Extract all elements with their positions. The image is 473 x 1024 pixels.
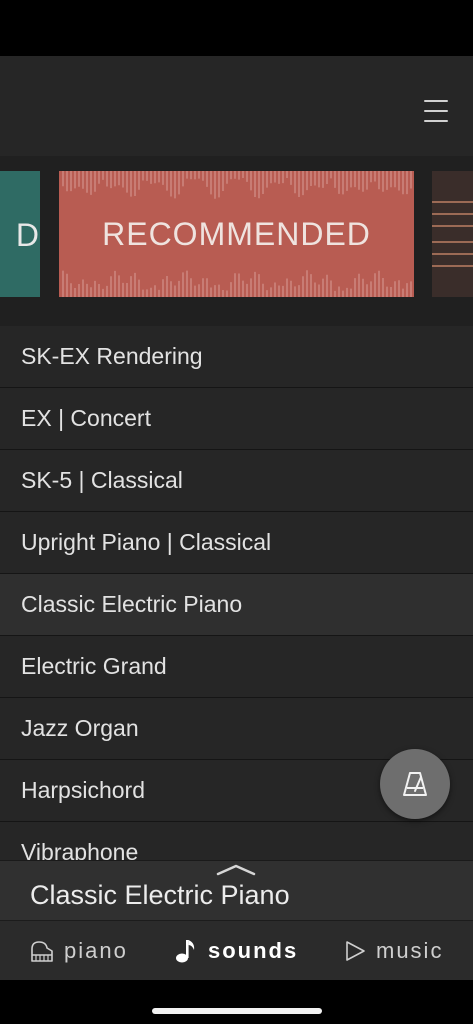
sound-list-item[interactable]: Electric Grand	[0, 636, 473, 698]
sound-list-item[interactable]: SK-5 | Classical	[0, 450, 473, 512]
app-screen: D RECOMMENDED SK-EX Rendering EX | Concer…	[0, 56, 473, 980]
tab-music-label: music	[376, 938, 444, 963]
sound-list-item[interactable]: Classic Electric Piano	[0, 574, 473, 636]
metronome-icon	[403, 772, 427, 796]
category-carousel[interactable]: D RECOMMENDED	[0, 156, 473, 326]
sound-list-item[interactable]: Upright Piano | Classical	[0, 512, 473, 574]
tab-bar: piano sounds music	[0, 920, 473, 980]
home-indicator[interactable]	[152, 1008, 322, 1014]
now-playing-bar[interactable]: Classic Electric Piano	[0, 860, 473, 920]
tab-sounds[interactable]: sounds	[174, 921, 298, 980]
now-playing-title: Classic Electric Piano	[30, 880, 290, 910]
tab-music[interactable]: music	[344, 921, 443, 980]
hamburger-menu-icon[interactable]	[424, 100, 448, 122]
play-outline-icon	[344, 940, 366, 962]
tab-piano[interactable]: piano	[30, 921, 128, 980]
category-card-left-label: D	[15, 217, 40, 253]
tab-piano-label: piano	[64, 938, 128, 963]
header	[0, 56, 473, 156]
home-indicator-area	[0, 980, 473, 1024]
sound-list-item[interactable]: EX | Concert	[0, 388, 473, 450]
category-card-left[interactable]: D	[0, 171, 40, 297]
chevron-up-icon[interactable]	[216, 863, 256, 877]
category-card-right[interactable]	[432, 171, 473, 297]
sound-list-item[interactable]: SK-EX Rendering	[0, 326, 473, 388]
tab-sounds-label: sounds	[208, 938, 299, 963]
music-note-icon	[174, 938, 198, 964]
status-bar	[0, 0, 473, 56]
metronome-button[interactable]	[380, 749, 450, 819]
category-card-recommended[interactable]: RECOMMENDED	[59, 171, 414, 297]
category-card-recommended-label: RECOMMENDED	[102, 216, 371, 252]
piano-icon	[30, 939, 54, 963]
